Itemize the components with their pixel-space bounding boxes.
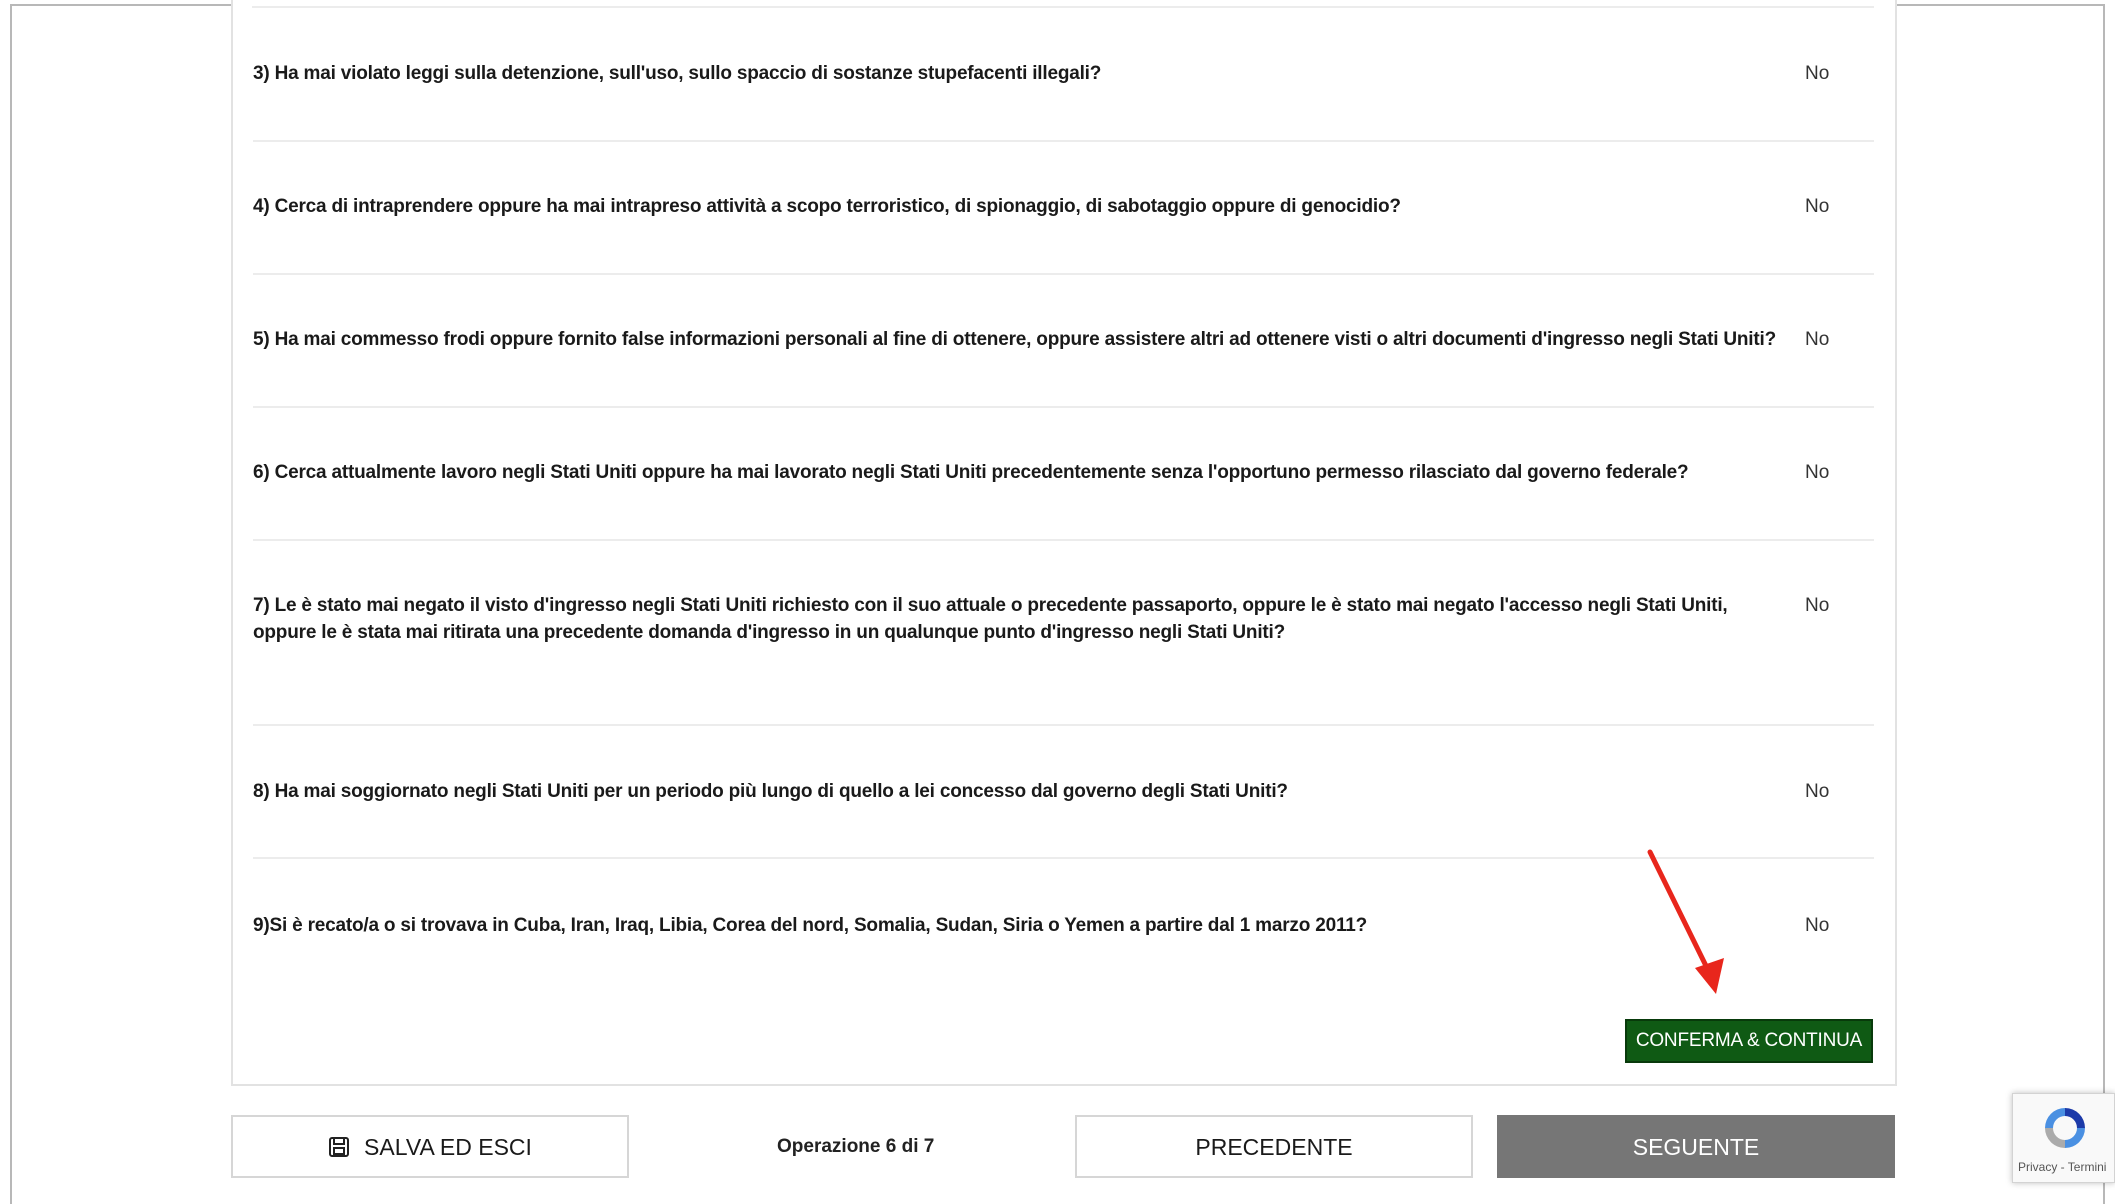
question-text: 5) Ha mai commesso frodi oppure fornito … [253, 329, 1776, 350]
next-button[interactable]: SEGUENTE [1497, 1115, 1895, 1178]
recaptcha-badge[interactable]: Privacy - Termini [2012, 1093, 2115, 1183]
question-answer: No [1805, 462, 1830, 483]
question-answer: No [1805, 196, 1830, 217]
question-row-9: 9)Si è recato/a o si trovava in Cuba, Ir… [253, 859, 1874, 959]
question-row-5: 5) Ha mai commesso frodi oppure fornito … [253, 275, 1874, 408]
question-answer: No [1805, 781, 1830, 802]
question-text: 9)Si è recato/a o si trovava in Cuba, Ir… [253, 915, 1368, 936]
recaptcha-icon [2045, 1108, 2085, 1148]
question-answer: No [1805, 915, 1830, 936]
question-row-8: 8) Ha mai soggiornato negli Stati Uniti … [253, 726, 1874, 859]
question-text: 4) Cerca di intraprendere oppure ha mai … [253, 196, 1401, 217]
question-row-4: 4) Cerca di intraprendere oppure ha mai … [253, 142, 1874, 275]
confirm-continue-button[interactable]: CONFERMA & CONTINUA [1625, 1019, 1873, 1063]
annotation-arrow-icon [1647, 849, 1724, 994]
save-exit-button[interactable]: SALVA ED ESCI [231, 1115, 629, 1178]
question-row-6: 6) Cerca attualmente lavoro negli Stati … [253, 408, 1874, 541]
floppy-disk-icon [329, 1136, 350, 1157]
question-row-3: 3) Ha mai violato leggi sulla detenzione… [253, 8, 1874, 142]
question-text: 7) Le è stato mai negato il visto d'ingr… [253, 595, 1728, 643]
step-indicator: Operazione 6 di 7 [777, 1136, 935, 1157]
save-exit-label: SALVA ED ESCI [364, 1134, 532, 1160]
question-text: 3) Ha mai violato leggi sulla detenzione… [253, 63, 1102, 84]
question-row-7: 7) Le è stato mai negato il visto d'ingr… [253, 541, 1874, 726]
question-text: 8) Ha mai soggiornato negli Stati Uniti … [253, 781, 1288, 802]
question-text: 6) Cerca attualmente lavoro negli Stati … [253, 462, 1689, 483]
recaptcha-links[interactable]: Privacy - Termini [2018, 1160, 2106, 1174]
question-answer: No [1805, 329, 1830, 350]
previous-button[interactable]: PRECEDENTE [1075, 1115, 1473, 1178]
question-answer: No [1805, 63, 1830, 84]
question-answer: No [1805, 595, 1830, 616]
